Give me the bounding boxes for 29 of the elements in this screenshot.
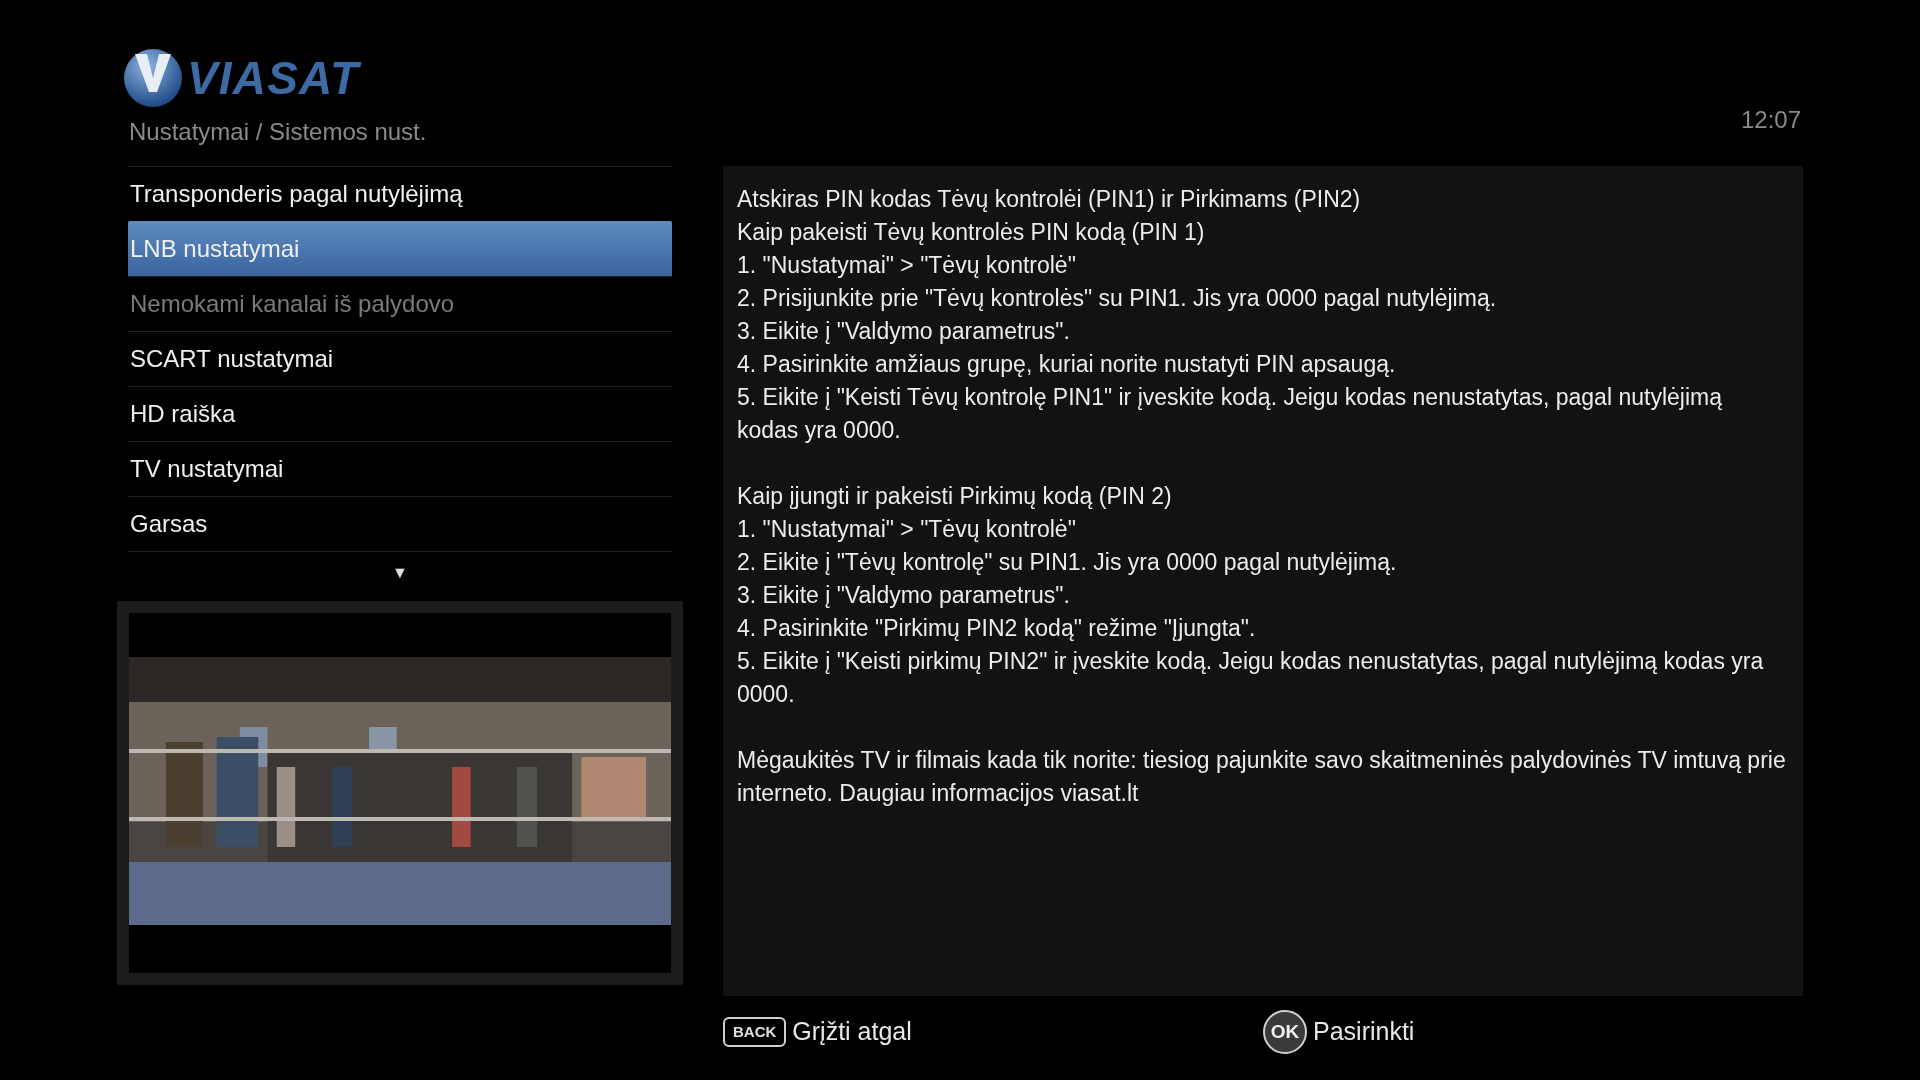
info-text: 5. Eikite į "Keisti pirkimų PIN2" ir įveskite kodą. Jeigu kodas nenustatytas, pagal nutylėjimą kodas yra 0000.	[737, 647, 1765, 709]
menu-item[interactable]: TV nustatymai	[128, 441, 672, 497]
info-text: Atskiras PIN kodas Tėvų kontrolėi (PIN1) ir Pirkimams (PIN2)	[737, 185, 1362, 214]
info-text: Kaip įjungti ir pakeisti Pirkimų kodą (PIN 2)	[737, 482, 1173, 511]
menu-item[interactable]: Transponderis pagal nutylėjimą	[128, 166, 672, 222]
back-key-icon: BACK	[723, 1016, 787, 1048]
info-text: 3. Eikite į "Valdymo parametrus".	[737, 581, 1071, 610]
info-text: 1. "Nustatymai" > "Tėvų kontrolė"	[737, 251, 1077, 280]
logo-icon	[123, 48, 183, 108]
menu-item[interactable]: LNB nustatymai	[128, 221, 672, 277]
hint-label: Pasirinkti	[1313, 1016, 1415, 1048]
info-text: Mėgaukitės TV ir filmais kada tik norite: tiesiog pajunkite savo skaitmeninės palydovinės TV imtuvą prie interneto. Daugiau informacijos viasat.lt	[737, 746, 1787, 808]
menu-item[interactable]: HD raiška	[128, 386, 672, 442]
menu-item[interactable]: SCART nustatymai	[128, 331, 672, 387]
info-text: 4. Pasirinkite amžiaus grupę, kuriai norite nustatyti PIN apsaugą.	[737, 350, 1397, 379]
logo-text: VIASAT	[187, 55, 360, 101]
info-text: 1. "Nustatymai" > "Tėvų kontrolė"	[737, 515, 1077, 544]
menu-item[interactable]: Garsas	[128, 496, 672, 552]
breadcrumb: Nustatymai / Sistemos nust.	[129, 117, 427, 147]
info-text: 2. Eikite į "Tėvų kontrolę" su PIN1. Jis yra 0000 pagal nutylėjimą.	[737, 548, 1398, 577]
info-text: 2. Prisijunkite prie "Tėvų kontrolės" su PIN1. Jis yra 0000 pagal nutylėjimą.	[737, 284, 1498, 313]
ok-key-icon: OK	[1263, 1010, 1307, 1054]
clock-time: 12:07	[1740, 105, 1801, 135]
info-text: Kaip pakeisti Tėvų kontrolės PIN kodą (PIN 1)	[737, 218, 1206, 247]
info-text: 3. Eikite į "Valdymo parametrus".	[737, 317, 1071, 346]
info-text: 5. Eikite į "Keisti Tėvų kontrolę PIN1" ir įveskite kodą. Jeigu kodas nenustatytas, pagal nutylėjimą kodas yra 0000.	[737, 383, 1723, 445]
scroll-down-indicator: ▼	[392, 562, 408, 583]
hint-label: Grįžti atgal	[792, 1016, 912, 1048]
info-text: 4. Pasirinkite "Pirkimų PIN2 kodą" režime "Įjungta".	[737, 614, 1257, 643]
